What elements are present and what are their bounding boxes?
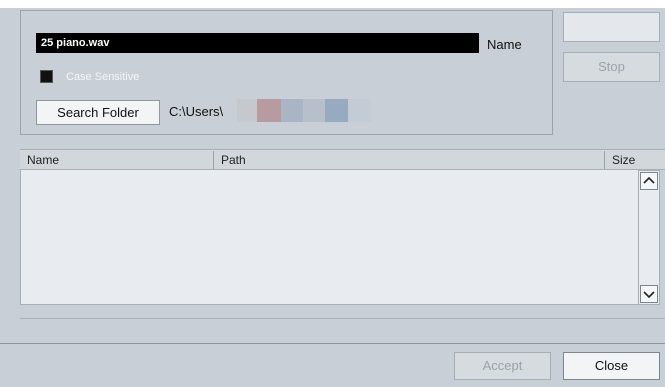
search-folder-button[interactable]: Search Folder bbox=[36, 100, 160, 125]
name-search-input[interactable]: 25 piano.wav bbox=[36, 33, 479, 53]
accept-button[interactable]: Accept bbox=[454, 352, 551, 380]
redacted-path-block bbox=[325, 99, 348, 122]
column-separator[interactable] bbox=[213, 151, 214, 169]
column-separator[interactable] bbox=[604, 151, 605, 169]
close-button[interactable]: Close bbox=[563, 352, 660, 380]
column-header-path[interactable]: Path bbox=[221, 153, 246, 167]
name-field-label: Name bbox=[487, 37, 522, 52]
window-top-edge bbox=[0, 0, 665, 8]
chevron-up-icon[interactable] bbox=[640, 172, 658, 190]
redacted-path-block bbox=[257, 99, 281, 122]
case-sensitive-checkbox[interactable] bbox=[40, 70, 53, 83]
redacted-path-block bbox=[303, 99, 325, 122]
stop-button[interactable]: Stop bbox=[563, 52, 660, 82]
start-search-button[interactable] bbox=[563, 12, 660, 42]
column-header-name[interactable]: Name bbox=[27, 153, 59, 167]
footer-divider bbox=[0, 343, 665, 344]
search-path-text: C:\Users\ bbox=[169, 104, 224, 119]
redacted-path-block bbox=[237, 99, 257, 122]
results-scrollbar[interactable] bbox=[638, 170, 660, 305]
results-list[interactable] bbox=[20, 170, 638, 305]
case-sensitive-label: Case Sensitive bbox=[66, 71, 140, 83]
status-divider bbox=[20, 318, 665, 319]
redacted-path-block bbox=[281, 99, 303, 122]
chevron-down-icon[interactable] bbox=[640, 285, 658, 303]
column-header-size[interactable]: Size bbox=[612, 153, 635, 167]
results-list-header: Name Path Size bbox=[20, 149, 665, 170]
redacted-path-block bbox=[348, 99, 371, 122]
